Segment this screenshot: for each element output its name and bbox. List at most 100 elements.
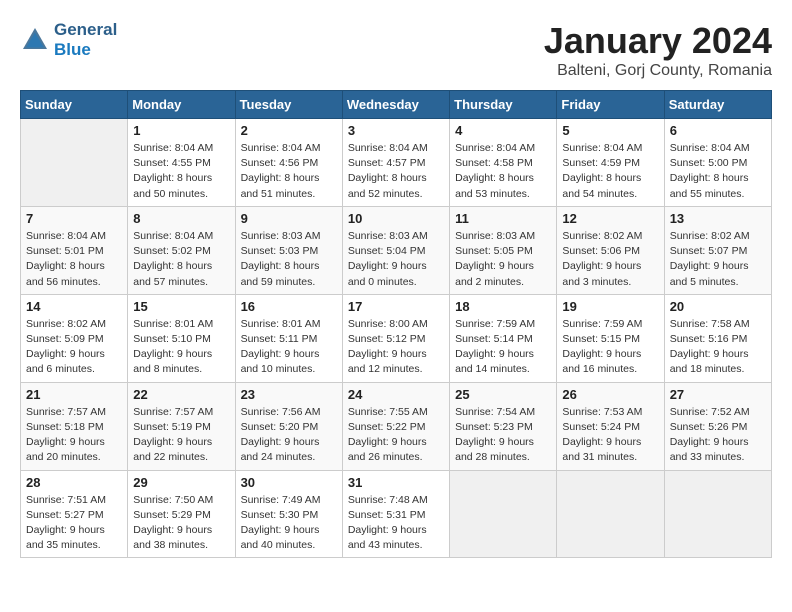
- day-info: Sunrise: 7:59 AMSunset: 5:15 PMDaylight:…: [562, 317, 658, 378]
- day-number: 4: [455, 123, 551, 138]
- logo-icon: [20, 25, 50, 55]
- day-number: 20: [670, 299, 766, 314]
- page-header: General Blue January 2024 Balteni, Gorj …: [20, 20, 772, 80]
- day-info: Sunrise: 7:54 AMSunset: 5:23 PMDaylight:…: [455, 405, 551, 466]
- day-info: Sunrise: 7:59 AMSunset: 5:14 PMDaylight:…: [455, 317, 551, 378]
- day-number: 13: [670, 211, 766, 226]
- calendar-week-row: 14 Sunrise: 8:02 AMSunset: 5:09 PMDayligh…: [21, 294, 772, 382]
- day-info: Sunrise: 7:56 AMSunset: 5:20 PMDaylight:…: [241, 405, 337, 466]
- calendar-cell: 5Sunrise: 8:04 AMSunset: 4:59 PMDaylight…: [557, 119, 664, 207]
- day-info: Sunrise: 8:04 AMSunset: 4:55 PMDaylight:…: [133, 141, 229, 202]
- calendar-cell: 4Sunrise: 8:04 AMSunset: 4:58 PMDaylight…: [450, 119, 557, 207]
- calendar-cell: 11 Sunrise: 8:03 AMSunset: 5:05 PMDayligh…: [450, 206, 557, 294]
- day-number: 11: [455, 211, 551, 226]
- weekday-header-friday: Friday: [557, 91, 664, 119]
- calendar-cell: 3 Sunrise: 8:04 AMSunset: 4:57 PMDaylight…: [342, 119, 449, 207]
- logo-line1: General: [54, 20, 117, 40]
- day-info: Sunrise: 8:04 AMSunset: 5:01 PMDaylight:…: [26, 229, 122, 290]
- calendar-cell: 22Sunrise: 7:57 AMSunset: 5:19 PMDayligh…: [128, 382, 235, 470]
- day-info: Sunrise: 8:04 AMSunset: 4:57 PMDaylight:…: [348, 141, 444, 202]
- calendar-week-row: 28 Sunrise: 7:51 AMSunset: 5:27 PMDayligh…: [21, 470, 772, 558]
- calendar-cell: 18 Sunrise: 7:59 AMSunset: 5:14 PMDayligh…: [450, 294, 557, 382]
- day-info: Sunrise: 7:52 AMSunset: 5:26 PMDaylight:…: [670, 405, 766, 466]
- day-number: 30: [241, 475, 337, 490]
- calendar-cell: 1 Sunrise: 8:04 AMSunset: 4:55 PMDaylight…: [128, 119, 235, 207]
- calendar-cell: 14 Sunrise: 8:02 AMSunset: 5:09 PMDayligh…: [21, 294, 128, 382]
- weekday-header-monday: Monday: [128, 91, 235, 119]
- calendar-cell: 8Sunrise: 8:04 AMSunset: 5:02 PMDaylight…: [128, 206, 235, 294]
- day-number: 6: [670, 123, 766, 138]
- calendar-table: SundayMondayTuesdayWednesdayThursdayFrid…: [20, 90, 772, 558]
- day-info: Sunrise: 8:03 AMSunset: 5:05 PMDaylight:…: [455, 229, 551, 290]
- day-number: 23: [241, 387, 337, 402]
- calendar-cell: 29 Sunrise: 7:50 AMSunset: 5:29 PMDayligh…: [128, 470, 235, 558]
- day-number: 28: [26, 475, 122, 490]
- day-info: Sunrise: 8:04 AMSunset: 4:56 PMDaylight:…: [241, 141, 337, 202]
- calendar-cell: 19Sunrise: 7:59 AMSunset: 5:15 PMDayligh…: [557, 294, 664, 382]
- calendar-cell: 21 Sunrise: 7:57 AMSunset: 5:18 PMDayligh…: [21, 382, 128, 470]
- day-info: Sunrise: 8:02 AMSunset: 5:07 PMDaylight:…: [670, 229, 766, 290]
- weekday-header-saturday: Saturday: [664, 91, 771, 119]
- calendar-cell: 25 Sunrise: 7:54 AMSunset: 5:23 PMDayligh…: [450, 382, 557, 470]
- calendar-cell: 20 Sunrise: 7:58 AMSunset: 5:16 PMDayligh…: [664, 294, 771, 382]
- logo: General Blue: [20, 20, 117, 59]
- day-number: 18: [455, 299, 551, 314]
- day-info: Sunrise: 7:49 AMSunset: 5:30 PMDaylight:…: [241, 493, 337, 554]
- day-number: 12: [562, 211, 658, 226]
- day-number: 21: [26, 387, 122, 402]
- day-number: 14: [26, 299, 122, 314]
- calendar-cell: 31 Sunrise: 7:48 AMSunset: 5:31 PMDayligh…: [342, 470, 449, 558]
- calendar-cell: 17 Sunrise: 8:00 AMSunset: 5:12 PMDayligh…: [342, 294, 449, 382]
- day-number: 1: [133, 123, 229, 138]
- calendar-cell: 7 Sunrise: 8:04 AMSunset: 5:01 PMDaylight…: [21, 206, 128, 294]
- calendar-cell: 15Sunrise: 8:01 AMSunset: 5:10 PMDayligh…: [128, 294, 235, 382]
- day-number: 9: [241, 211, 337, 226]
- day-info: Sunrise: 7:51 AMSunset: 5:27 PMDaylight:…: [26, 493, 122, 554]
- calendar-cell: [557, 470, 664, 558]
- weekday-header-row: SundayMondayTuesdayWednesdayThursdayFrid…: [21, 91, 772, 119]
- calendar-cell: 27 Sunrise: 7:52 AMSunset: 5:26 PMDayligh…: [664, 382, 771, 470]
- calendar-cell: [21, 119, 128, 207]
- weekday-header-wednesday: Wednesday: [342, 91, 449, 119]
- day-info: Sunrise: 8:03 AMSunset: 5:04 PMDaylight:…: [348, 229, 444, 290]
- calendar-cell: [450, 470, 557, 558]
- calendar-cell: 23 Sunrise: 7:56 AMSunset: 5:20 PMDayligh…: [235, 382, 342, 470]
- day-number: 26: [562, 387, 658, 402]
- day-info: Sunrise: 7:53 AMSunset: 5:24 PMDaylight:…: [562, 405, 658, 466]
- day-number: 15: [133, 299, 229, 314]
- day-number: 25: [455, 387, 551, 402]
- calendar-cell: 12Sunrise: 8:02 AMSunset: 5:06 PMDayligh…: [557, 206, 664, 294]
- day-info: Sunrise: 7:57 AMSunset: 5:18 PMDaylight:…: [26, 405, 122, 466]
- day-number: 27: [670, 387, 766, 402]
- logo-line2: Blue: [54, 40, 117, 60]
- day-number: 3: [348, 123, 444, 138]
- calendar-cell: [664, 470, 771, 558]
- day-number: 8: [133, 211, 229, 226]
- day-number: 16: [241, 299, 337, 314]
- calendar-cell: 16Sunrise: 8:01 AMSunset: 5:11 PMDayligh…: [235, 294, 342, 382]
- day-number: 7: [26, 211, 122, 226]
- day-number: 24: [348, 387, 444, 402]
- day-info: Sunrise: 8:04 AMSunset: 5:00 PMDaylight:…: [670, 141, 766, 202]
- day-number: 31: [348, 475, 444, 490]
- calendar-cell: 13 Sunrise: 8:02 AMSunset: 5:07 PMDayligh…: [664, 206, 771, 294]
- day-info: Sunrise: 7:57 AMSunset: 5:19 PMDaylight:…: [133, 405, 229, 466]
- day-info: Sunrise: 7:55 AMSunset: 5:22 PMDaylight:…: [348, 405, 444, 466]
- day-number: 29: [133, 475, 229, 490]
- weekday-header-tuesday: Tuesday: [235, 91, 342, 119]
- day-info: Sunrise: 8:03 AMSunset: 5:03 PMDaylight:…: [241, 229, 337, 290]
- day-info: Sunrise: 7:48 AMSunset: 5:31 PMDaylight:…: [348, 493, 444, 554]
- day-info: Sunrise: 7:58 AMSunset: 5:16 PMDaylight:…: [670, 317, 766, 378]
- day-number: 5: [562, 123, 658, 138]
- calendar-week-row: 1 Sunrise: 8:04 AMSunset: 4:55 PMDaylight…: [21, 119, 772, 207]
- calendar-cell: 26 Sunrise: 7:53 AMSunset: 5:24 PMDayligh…: [557, 382, 664, 470]
- day-info: Sunrise: 8:00 AMSunset: 5:12 PMDaylight:…: [348, 317, 444, 378]
- day-number: 10: [348, 211, 444, 226]
- location-subtitle: Balteni, Gorj County, Romania: [544, 62, 772, 80]
- day-info: Sunrise: 7:50 AMSunset: 5:29 PMDaylight:…: [133, 493, 229, 554]
- day-number: 17: [348, 299, 444, 314]
- calendar-week-row: 7 Sunrise: 8:04 AMSunset: 5:01 PMDaylight…: [21, 206, 772, 294]
- weekday-header-sunday: Sunday: [21, 91, 128, 119]
- day-info: Sunrise: 8:02 AMSunset: 5:09 PMDaylight:…: [26, 317, 122, 378]
- weekday-header-thursday: Thursday: [450, 91, 557, 119]
